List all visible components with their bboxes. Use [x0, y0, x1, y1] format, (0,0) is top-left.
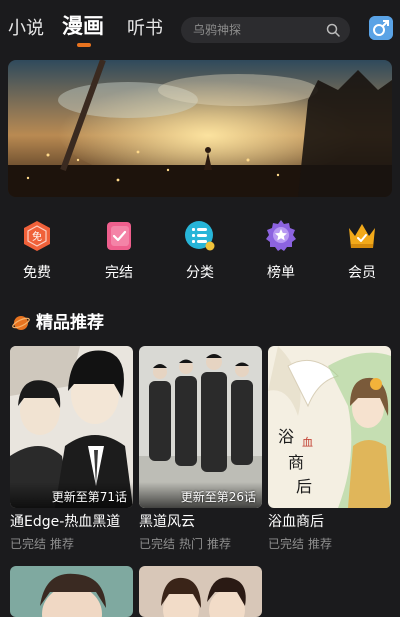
comic-cover-image: [139, 566, 262, 617]
search-icon[interactable]: [326, 23, 340, 37]
category-label: 完结: [105, 265, 133, 281]
cover-title-text-3: 血: [302, 435, 313, 449]
comic-title[interactable]: 黑道风云: [139, 513, 195, 531]
tab-comic[interactable]: 漫画: [62, 16, 104, 37]
comic-title[interactable]: 浴血商后: [268, 513, 324, 531]
category-ranking[interactable]: 榜单: [251, 218, 311, 282]
comic-cover-image: [10, 566, 133, 617]
comic-title[interactable]: 通Edge-热血黑道: [10, 513, 120, 531]
update-badge: 更新至第26话: [180, 490, 256, 504]
banner-image: [8, 60, 392, 197]
search-bar[interactable]: 乌鸦神探: [181, 17, 350, 43]
category-completed[interactable]: 完结: [89, 218, 149, 282]
tab-audiobook[interactable]: 听书: [127, 19, 163, 39]
ranking-icon: [266, 220, 296, 251]
category-label: 会员: [348, 265, 376, 281]
comic-tag: 推荐: [308, 537, 333, 551]
section-planet-icon: [12, 316, 30, 330]
vip-crown-icon: [349, 224, 375, 248]
category-classify[interactable]: 分类: [170, 218, 230, 282]
comic-cover[interactable]: [139, 566, 262, 617]
cover-title-text-2: 商: [288, 453, 304, 472]
comic-tags: 已完结 推荐: [268, 536, 332, 552]
category-icon: [185, 221, 215, 251]
cover-title-text-1: 浴: [278, 427, 294, 446]
comic-tags: 已完结 推荐: [10, 536, 74, 552]
promo-banner[interactable]: [8, 60, 392, 197]
comic-tag: 推荐: [50, 537, 75, 551]
top-bar: 小说 漫画 听书 乌鸦神探: [0, 0, 400, 56]
comic-cover[interactable]: 浴 商 血 后: [268, 346, 391, 508]
search-placeholder: 乌鸦神探: [193, 23, 242, 37]
tab-novel[interactable]: 小说: [8, 19, 44, 39]
category-label: 榜单: [267, 265, 295, 281]
update-badge: 更新至第71话: [51, 490, 127, 504]
comic-tag: 已完结: [10, 537, 47, 551]
category-vip[interactable]: 会员: [332, 218, 392, 282]
cover-title-text-4: 后: [296, 477, 312, 496]
comic-tag: 推荐: [207, 537, 232, 551]
comic-tags: 已完结 热门 推荐: [139, 536, 231, 552]
male-gender-icon[interactable]: [369, 16, 393, 40]
active-tab-indicator: [77, 43, 91, 47]
section-title: 精品推荐: [36, 313, 104, 333]
category-label: 免费: [23, 265, 51, 281]
comic-cover[interactable]: [10, 566, 133, 617]
free-icon: 免: [24, 221, 50, 251]
comic-tag: 已完结: [139, 537, 176, 551]
category-free[interactable]: 免 免费: [7, 218, 67, 282]
category-label: 分类: [186, 265, 214, 281]
completed-icon: [107, 222, 131, 250]
comic-tag: 已完结: [268, 537, 305, 551]
comic-tag: 热门: [179, 537, 204, 551]
comic-cover-image: 浴 商 血 后: [268, 346, 391, 508]
comic-cover[interactable]: 更新至第26话: [139, 346, 262, 508]
comic-cover[interactable]: 更新至第71话: [10, 346, 133, 508]
free-icon-text: 免: [32, 230, 42, 243]
